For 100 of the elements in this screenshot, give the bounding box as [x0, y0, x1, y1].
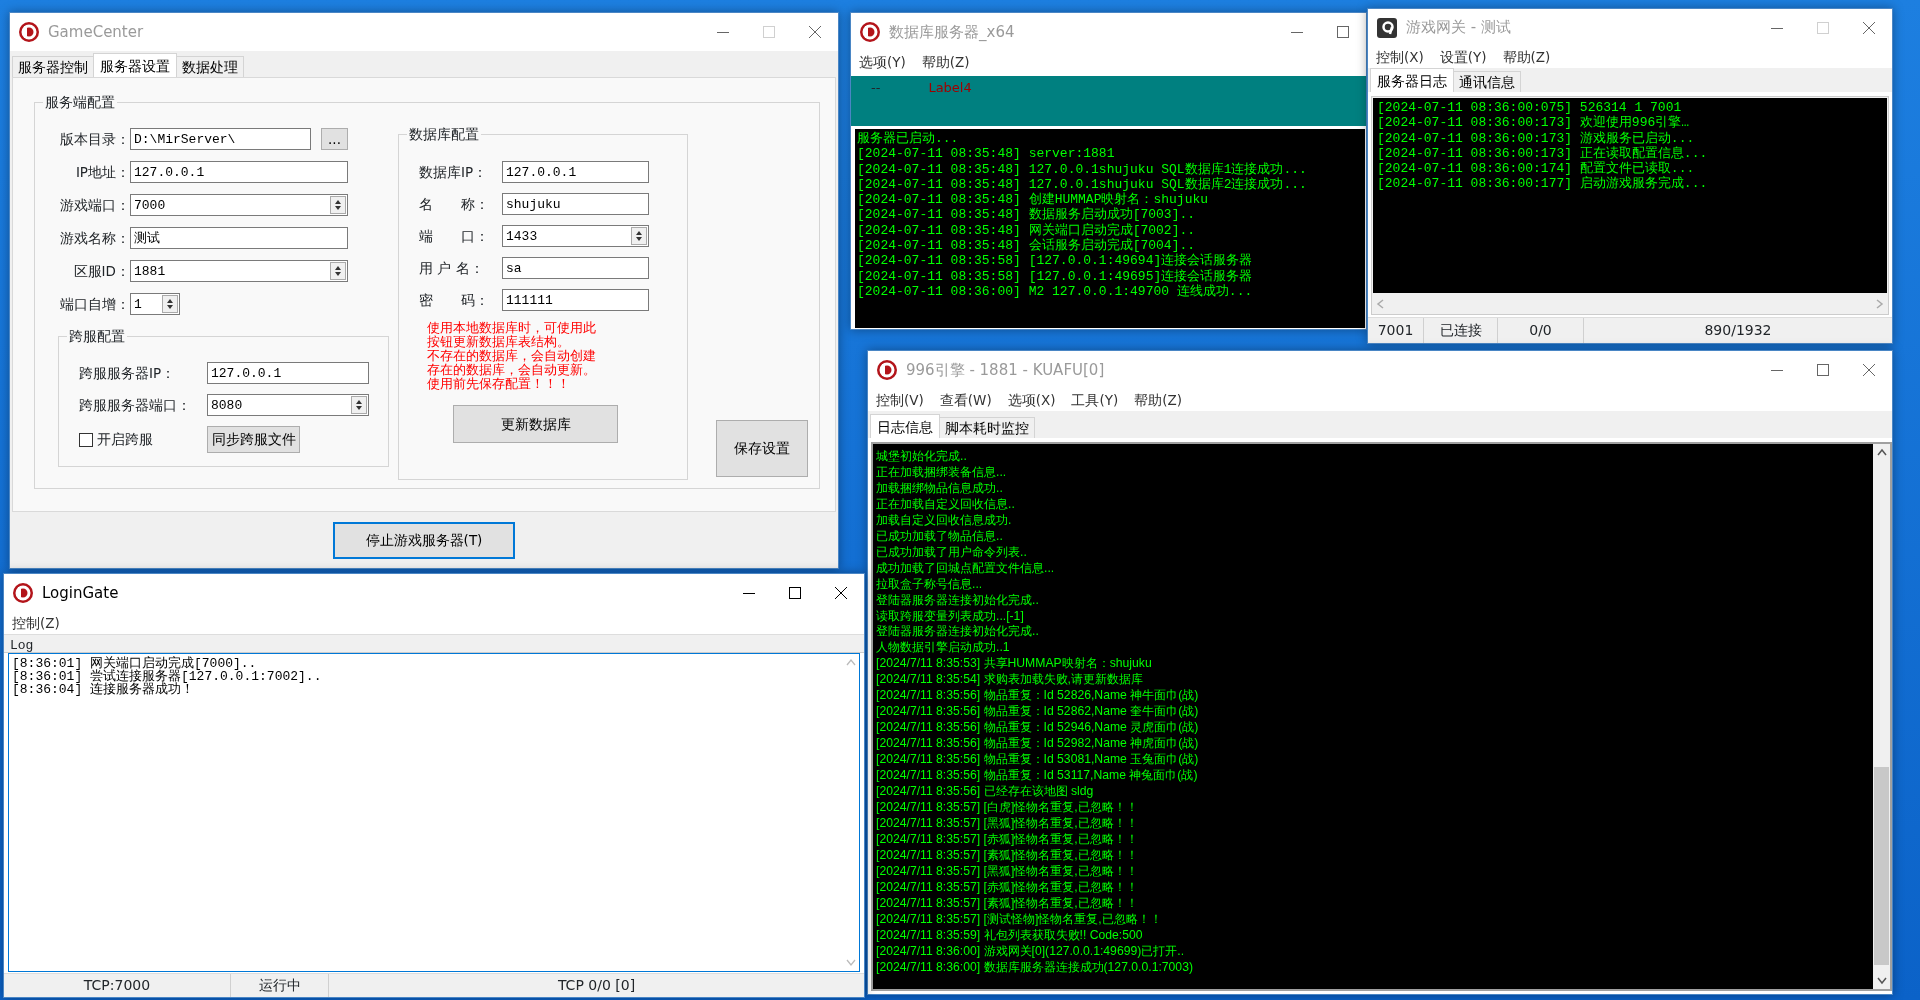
dash-label: --: [871, 79, 881, 97]
scroll-thumb[interactable]: [1874, 767, 1889, 965]
update-database-button[interactable]: 更新数据库: [453, 405, 618, 443]
maximize-icon[interactable]: [789, 587, 801, 599]
checkbox-label: 开启跨服: [97, 430, 154, 450]
field-label: 游戏名称：: [59, 228, 130, 248]
spin-buttons[interactable]: [351, 396, 367, 414]
status-label: Label4: [928, 79, 972, 97]
log-line: 登陆器服务器连接初始化完成..: [876, 624, 1040, 641]
log-line: 城堡初始化完成..: [876, 449, 968, 465]
menu-item[interactable]: 选项(X): [1007, 389, 1056, 411]
input-field[interactable]: 127.0.0.1: [207, 362, 369, 384]
log-line: [8:36:04] 连接服务器成功！: [12, 683, 194, 696]
status-text: 890/1932: [1703, 321, 1773, 340]
log-line: 加载捆绑物品信息成功..: [876, 480, 1004, 497]
log-line: [2024/7/11 8:35:56] 物品重复：Id 52946,Name 灵虎面巾(战): [876, 720, 1200, 737]
input-field[interactable]: 测试: [130, 227, 348, 249]
tab[interactable]: 服务器控制: [12, 56, 94, 77]
log-line: [2024/7/11 8:35:57] [黑狐]怪物名重复,已忽略！！: [876, 815, 1139, 832]
status-text: 0/0: [1498, 318, 1584, 343]
scroll-up-icon[interactable]: [1876, 448, 1887, 456]
log-line: [2024-07-11 08:36:00] M2 127.0.0.1:49700 连线成功...: [857, 283, 1254, 300]
log-line: [2024-07-11 08:35:48] 127.0.0.1shujuku SQL数据库2连接成功...: [857, 176, 1308, 192]
log-line: [2024/7/11 8:35:59] 礼包列表获取失败!! Code:500: [876, 927, 1144, 944]
log-line: [2024-07-11 08:35:48] 127.0.0.1shujuku SQL数据库1连接成功...: [857, 161, 1308, 177]
menu-item[interactable]: 帮助(Z): [921, 51, 970, 73]
tab[interactable]: 服务器日志: [1370, 68, 1454, 92]
input-field[interactable]: D:\MirServer\: [130, 128, 311, 150]
tab[interactable]: 通讯信息: [1453, 71, 1521, 92]
tab[interactable]: 服务器设置: [93, 53, 177, 77]
window-title: 996引擎 - 1881 - KUAFU[0]: [906, 359, 1105, 381]
status-text: 运行中: [231, 974, 329, 997]
menu-item[interactable]: 选项(Y): [859, 51, 906, 73]
menu-item[interactable]: 设置(Y): [1439, 46, 1487, 68]
log-line: 服务器已启动...: [857, 131, 960, 147]
log-line: [2024/7/11 8:35:57] [测试怪物]怪物名重复,已忽略！！: [876, 911, 1163, 928]
log-line: 人物数据引擎启动成功..1: [876, 640, 1011, 657]
menu-item[interactable]: 帮助(Z): [1134, 389, 1183, 411]
menu-item[interactable]: 查看(W): [939, 389, 992, 411]
log-line: 已成功加载了物品信息..: [876, 528, 1004, 545]
input-field[interactable]: shujuku: [502, 193, 649, 215]
log-line: 拉取盒子称号信息...: [876, 576, 984, 593]
log-line: [2024/7/11 8:35:57] [黑狐]怪物名重复,已忽略！！: [876, 863, 1139, 880]
input-field[interactable]: 1433: [502, 225, 649, 247]
menu-item[interactable]: 控制(X): [1376, 46, 1424, 68]
section-label: Log: [10, 638, 34, 653]
field-label: 数据库IP：: [419, 162, 489, 182]
status-text: TCP 0/0 [0]: [556, 976, 637, 995]
input-field[interactable]: 111111: [502, 289, 649, 311]
log-line: [2024/7/11 8:35:57] [素狐]怪物名重复,已忽略！！: [876, 847, 1139, 864]
spin-buttons[interactable]: [631, 227, 647, 245]
spin-buttons[interactable]: [330, 262, 346, 280]
input-field[interactable]: sa: [502, 257, 649, 279]
sync-button[interactable]: 同步跨服文件: [207, 426, 300, 453]
field-label: 区服ID：: [72, 261, 130, 281]
tab[interactable]: 日志信息: [870, 414, 940, 438]
log-line: 读取跨服变量列表成功...[-1]: [876, 608, 1025, 625]
save-button[interactable]: 保存设置: [716, 420, 808, 477]
input-field[interactable]: 127.0.0.1: [502, 161, 649, 183]
log-line: [2024-07-11 08:35:58] [127.0.0.1:49694]连接会话服务器: [857, 253, 1254, 269]
log-line: [2024-07-11 08:36:00:174] 配置文件已读取...: [1377, 161, 1696, 177]
logo-icon: [859, 21, 881, 43]
log-line: 登陆器服务器连接初始化完成..: [876, 592, 1040, 609]
input-field[interactable]: 1881: [130, 260, 348, 282]
field-label: 游戏端口：: [59, 195, 130, 215]
checkbox[interactable]: [79, 432, 93, 447]
log-line: [2024/7/11 8:35:57] [白虎]怪物名重复,已忽略！！: [876, 799, 1139, 816]
field-label: 密 码：: [419, 290, 490, 310]
log-line: [2024/7/11 8:35:56] 物品重复：Id 52826,Name 神牛面巾(战): [876, 688, 1200, 705]
scroll-down-icon[interactable]: [1876, 977, 1887, 985]
menu-item[interactable]: 控制(Z): [12, 612, 60, 634]
tab[interactable]: 数据处理: [176, 56, 244, 77]
field-label: IP地址：: [74, 162, 130, 182]
input-field[interactable]: 8080: [207, 394, 369, 416]
input-field[interactable]: 127.0.0.1: [130, 161, 348, 183]
field-label: 端 口：: [419, 226, 490, 246]
log-line: [2024-07-11 08:36:00:075] 526314 1 7001: [1377, 100, 1683, 115]
spin-buttons[interactable]: [330, 196, 346, 214]
window-title: LoginGate: [42, 582, 119, 604]
log-line: [2024-07-11 08:36:00:177] 启动游戏服务完成...: [1377, 176, 1709, 192]
field-label: 名 称：: [419, 194, 490, 214]
log-line: [2024-07-11 08:35:58] [127.0.0.1:49695]连接会话服务器: [857, 268, 1254, 284]
browse-button[interactable]: ...: [321, 128, 348, 150]
menu-item[interactable]: 工具(Y): [1071, 389, 1119, 411]
field-label: 跨服服务器IP：: [79, 363, 177, 383]
log-line: [2024-07-11 08:35:48] server:1881: [857, 146, 1116, 162]
close-icon[interactable]: [835, 587, 847, 599]
spin-buttons[interactable]: [162, 295, 178, 313]
input-field[interactable]: 7000: [130, 194, 348, 216]
group-title: 数据库配置: [407, 125, 481, 143]
log-line: 已成功加载了用户命令列表..: [876, 544, 1028, 561]
stop-server-button[interactable]: 停止游戏服务器(T): [333, 521, 515, 559]
menu-item[interactable]: 帮助(Z): [1502, 46, 1551, 68]
log-line: [2024/7/11 8:35:57] [赤狐]怪物名重复,已忽略！！: [876, 879, 1139, 896]
log-line: [2024/7/11 8:36:00] 游戏网关[0](127.0.0.1:49699)已打开..: [876, 943, 1186, 960]
tab[interactable]: 脚本耗时监控: [939, 417, 1035, 438]
window-title: 数据库服务器_x64: [889, 21, 1015, 43]
status-text: TCP:7000: [4, 974, 231, 997]
log-line: [2024/7/11 8:35:56] 物品重复：Id 53081,Name 玉兔面巾(战): [876, 752, 1200, 769]
menu-item[interactable]: 控制(V): [876, 389, 924, 411]
